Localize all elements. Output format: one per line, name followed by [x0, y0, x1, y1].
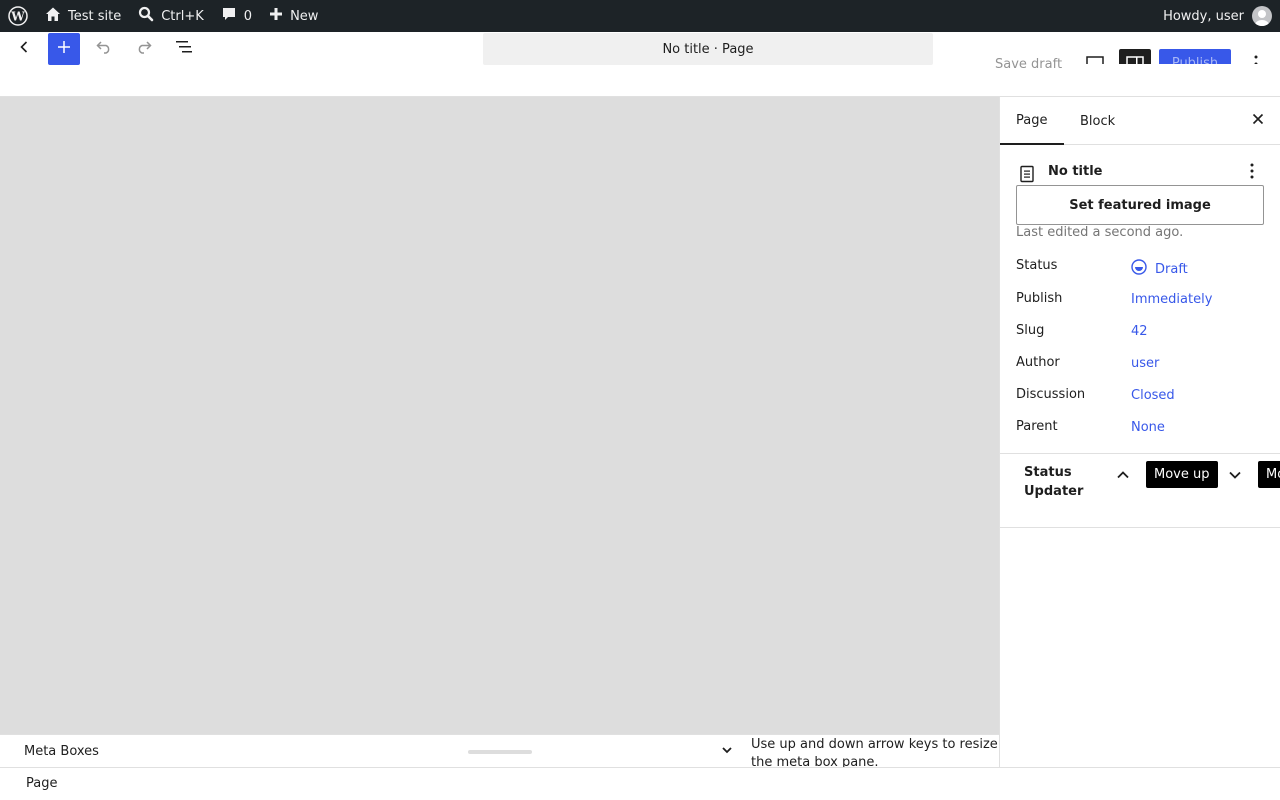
undo-icon: [94, 37, 114, 61]
save-draft-button[interactable]: Save draft: [995, 58, 1062, 72]
parent-toggle[interactable]: None: [1131, 420, 1165, 435]
editor-header: No title · Page: [0, 32, 1280, 96]
back-button[interactable]: [8, 33, 40, 65]
plus-icon: [56, 39, 72, 59]
document-title-bar[interactable]: No title · Page: [483, 33, 933, 65]
preview-button[interactable]: [1083, 52, 1107, 64]
status-row: Status Draft: [1016, 255, 1265, 279]
options-button[interactable]: [1248, 52, 1264, 64]
meta-pane-toggle[interactable]: [718, 743, 736, 761]
plus-icon: [268, 6, 284, 26]
redo-icon: [134, 37, 154, 61]
site-name: Test site: [68, 8, 122, 24]
command-palette-link[interactable]: Ctrl+K: [129, 0, 212, 32]
parent-row: Parent None: [1016, 416, 1265, 440]
row-label: Status: [1016, 258, 1058, 273]
comment-bubble-icon: [220, 5, 238, 27]
author-row: Author user: [1016, 352, 1265, 376]
editor-canvas[interactable]: [0, 96, 999, 734]
row-label: Author: [1016, 355, 1060, 370]
status-updater-metabox: Status Updater Move up Mo: [1000, 454, 1280, 528]
my-account[interactable]: Howdy, user: [1163, 0, 1272, 32]
post-actions-button[interactable]: [1242, 161, 1262, 185]
move-down-button[interactable]: [1225, 467, 1245, 487]
page-icon: [1016, 163, 1038, 185]
row-label: Publish: [1016, 291, 1063, 306]
editor-footer: Page: [0, 767, 1280, 800]
status-toggle[interactable]: Draft: [1131, 259, 1188, 279]
row-label: Parent: [1016, 419, 1058, 434]
publish-date-toggle[interactable]: Immediately: [1131, 292, 1212, 307]
author-toggle[interactable]: user: [1131, 356, 1159, 371]
status-value: Draft: [1155, 261, 1188, 277]
chevron-left-icon: [16, 39, 32, 59]
comments-count: 0: [243, 8, 253, 24]
wordpress-logo-icon[interactable]: W: [0, 0, 36, 32]
search-shortcut: Ctrl+K: [161, 8, 204, 24]
slug-row: Slug 42: [1016, 320, 1265, 344]
move-up-button[interactable]: [1113, 467, 1133, 487]
tab-page[interactable]: Page: [1000, 97, 1064, 145]
discussion-row: Discussion Closed: [1016, 384, 1265, 408]
meta-boxes-title: Meta Boxes: [24, 744, 99, 759]
admin-bar: W Test site Ctrl+K 0 New Howdy, user: [0, 0, 1280, 32]
tab-block[interactable]: Block: [1064, 97, 1131, 145]
svg-text:W: W: [10, 10, 25, 24]
settings-sidebar: Page Block No title Set featured image L…: [999, 96, 1280, 767]
last-edited-text: Last edited a second ago.: [1016, 225, 1184, 240]
sidebar-tabs: Page Block: [1000, 97, 1280, 145]
block-inserter-button[interactable]: [48, 33, 80, 65]
undo-button[interactable]: [88, 33, 120, 65]
publish-row: Publish Immediately: [1016, 288, 1265, 312]
comments-link[interactable]: 0: [212, 0, 260, 32]
metabox-title[interactable]: Status Updater: [1024, 463, 1096, 501]
chevron-down-icon: [1227, 467, 1243, 487]
new-label: New: [290, 8, 319, 24]
discussion-toggle[interactable]: Closed: [1131, 388, 1175, 403]
row-label: Discussion: [1016, 387, 1086, 402]
site-name-link[interactable]: Test site: [36, 0, 129, 32]
howdy-greeting: Howdy, user: [1163, 8, 1244, 24]
resize-handle[interactable]: [468, 750, 532, 754]
breadcrumb[interactable]: Page: [26, 776, 57, 791]
slug-toggle[interactable]: 42: [1131, 324, 1148, 339]
close-sidebar-button[interactable]: [1246, 109, 1270, 133]
draft-status-icon: [1131, 259, 1147, 279]
post-title: No title: [1048, 164, 1103, 179]
avatar: [1252, 6, 1272, 26]
new-content-link[interactable]: New: [260, 0, 326, 32]
more-vertical-icon: [1249, 162, 1255, 184]
settings-button[interactable]: [1119, 49, 1151, 64]
move-up-tooltip: Move up: [1146, 461, 1218, 488]
document-overview-button[interactable]: [168, 33, 200, 65]
list-view-icon: [174, 37, 194, 61]
chevron-down-icon: [720, 743, 734, 761]
chevron-up-icon: [1115, 467, 1131, 487]
publish-button[interactable]: Publish: [1159, 49, 1231, 64]
move-down-tooltip: Mo: [1258, 461, 1280, 488]
search-icon: [137, 5, 155, 27]
redo-button[interactable]: [128, 33, 160, 65]
set-featured-image-button[interactable]: Set featured image: [1016, 185, 1264, 225]
row-label: Slug: [1016, 323, 1045, 338]
close-icon: [1251, 112, 1265, 130]
meta-boxes-pane: Meta Boxes Use up and down arrow keys to…: [0, 734, 999, 770]
document-title: No title · Page: [662, 41, 754, 57]
home-icon: [44, 5, 62, 27]
